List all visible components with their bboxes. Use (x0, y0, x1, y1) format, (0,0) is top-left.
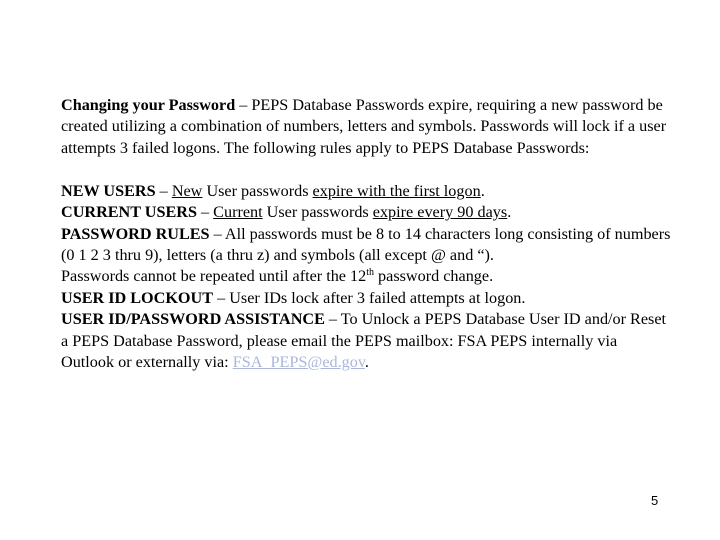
intro-paragraph: Changing your Password – PEPS Database P… (61, 96, 667, 157)
assistance-rule: USER ID/PASSWORD ASSISTANCE – To Unlock … (61, 310, 667, 371)
current-users-rule: CURRENT USERS – Current User passwords e… (61, 203, 512, 222)
password-repeat-rule: Passwords cannot be repeated until after… (61, 267, 494, 286)
email-link[interactable]: FSA_PEPS@ed.gov (233, 353, 365, 371)
password-rules: PASSWORD RULES – All passwords must be 8… (61, 224, 671, 264)
slide-content: Changing your Password – PEPS Database P… (61, 95, 671, 373)
lockout-rule: USER ID LOCKOUT – User IDs lock after 3 … (61, 288, 526, 307)
intro-heading: Changing your Password (61, 96, 236, 114)
new-users-rule: NEW USERS – New User passwords expire wi… (61, 181, 485, 200)
page-number: 5 (651, 493, 659, 508)
